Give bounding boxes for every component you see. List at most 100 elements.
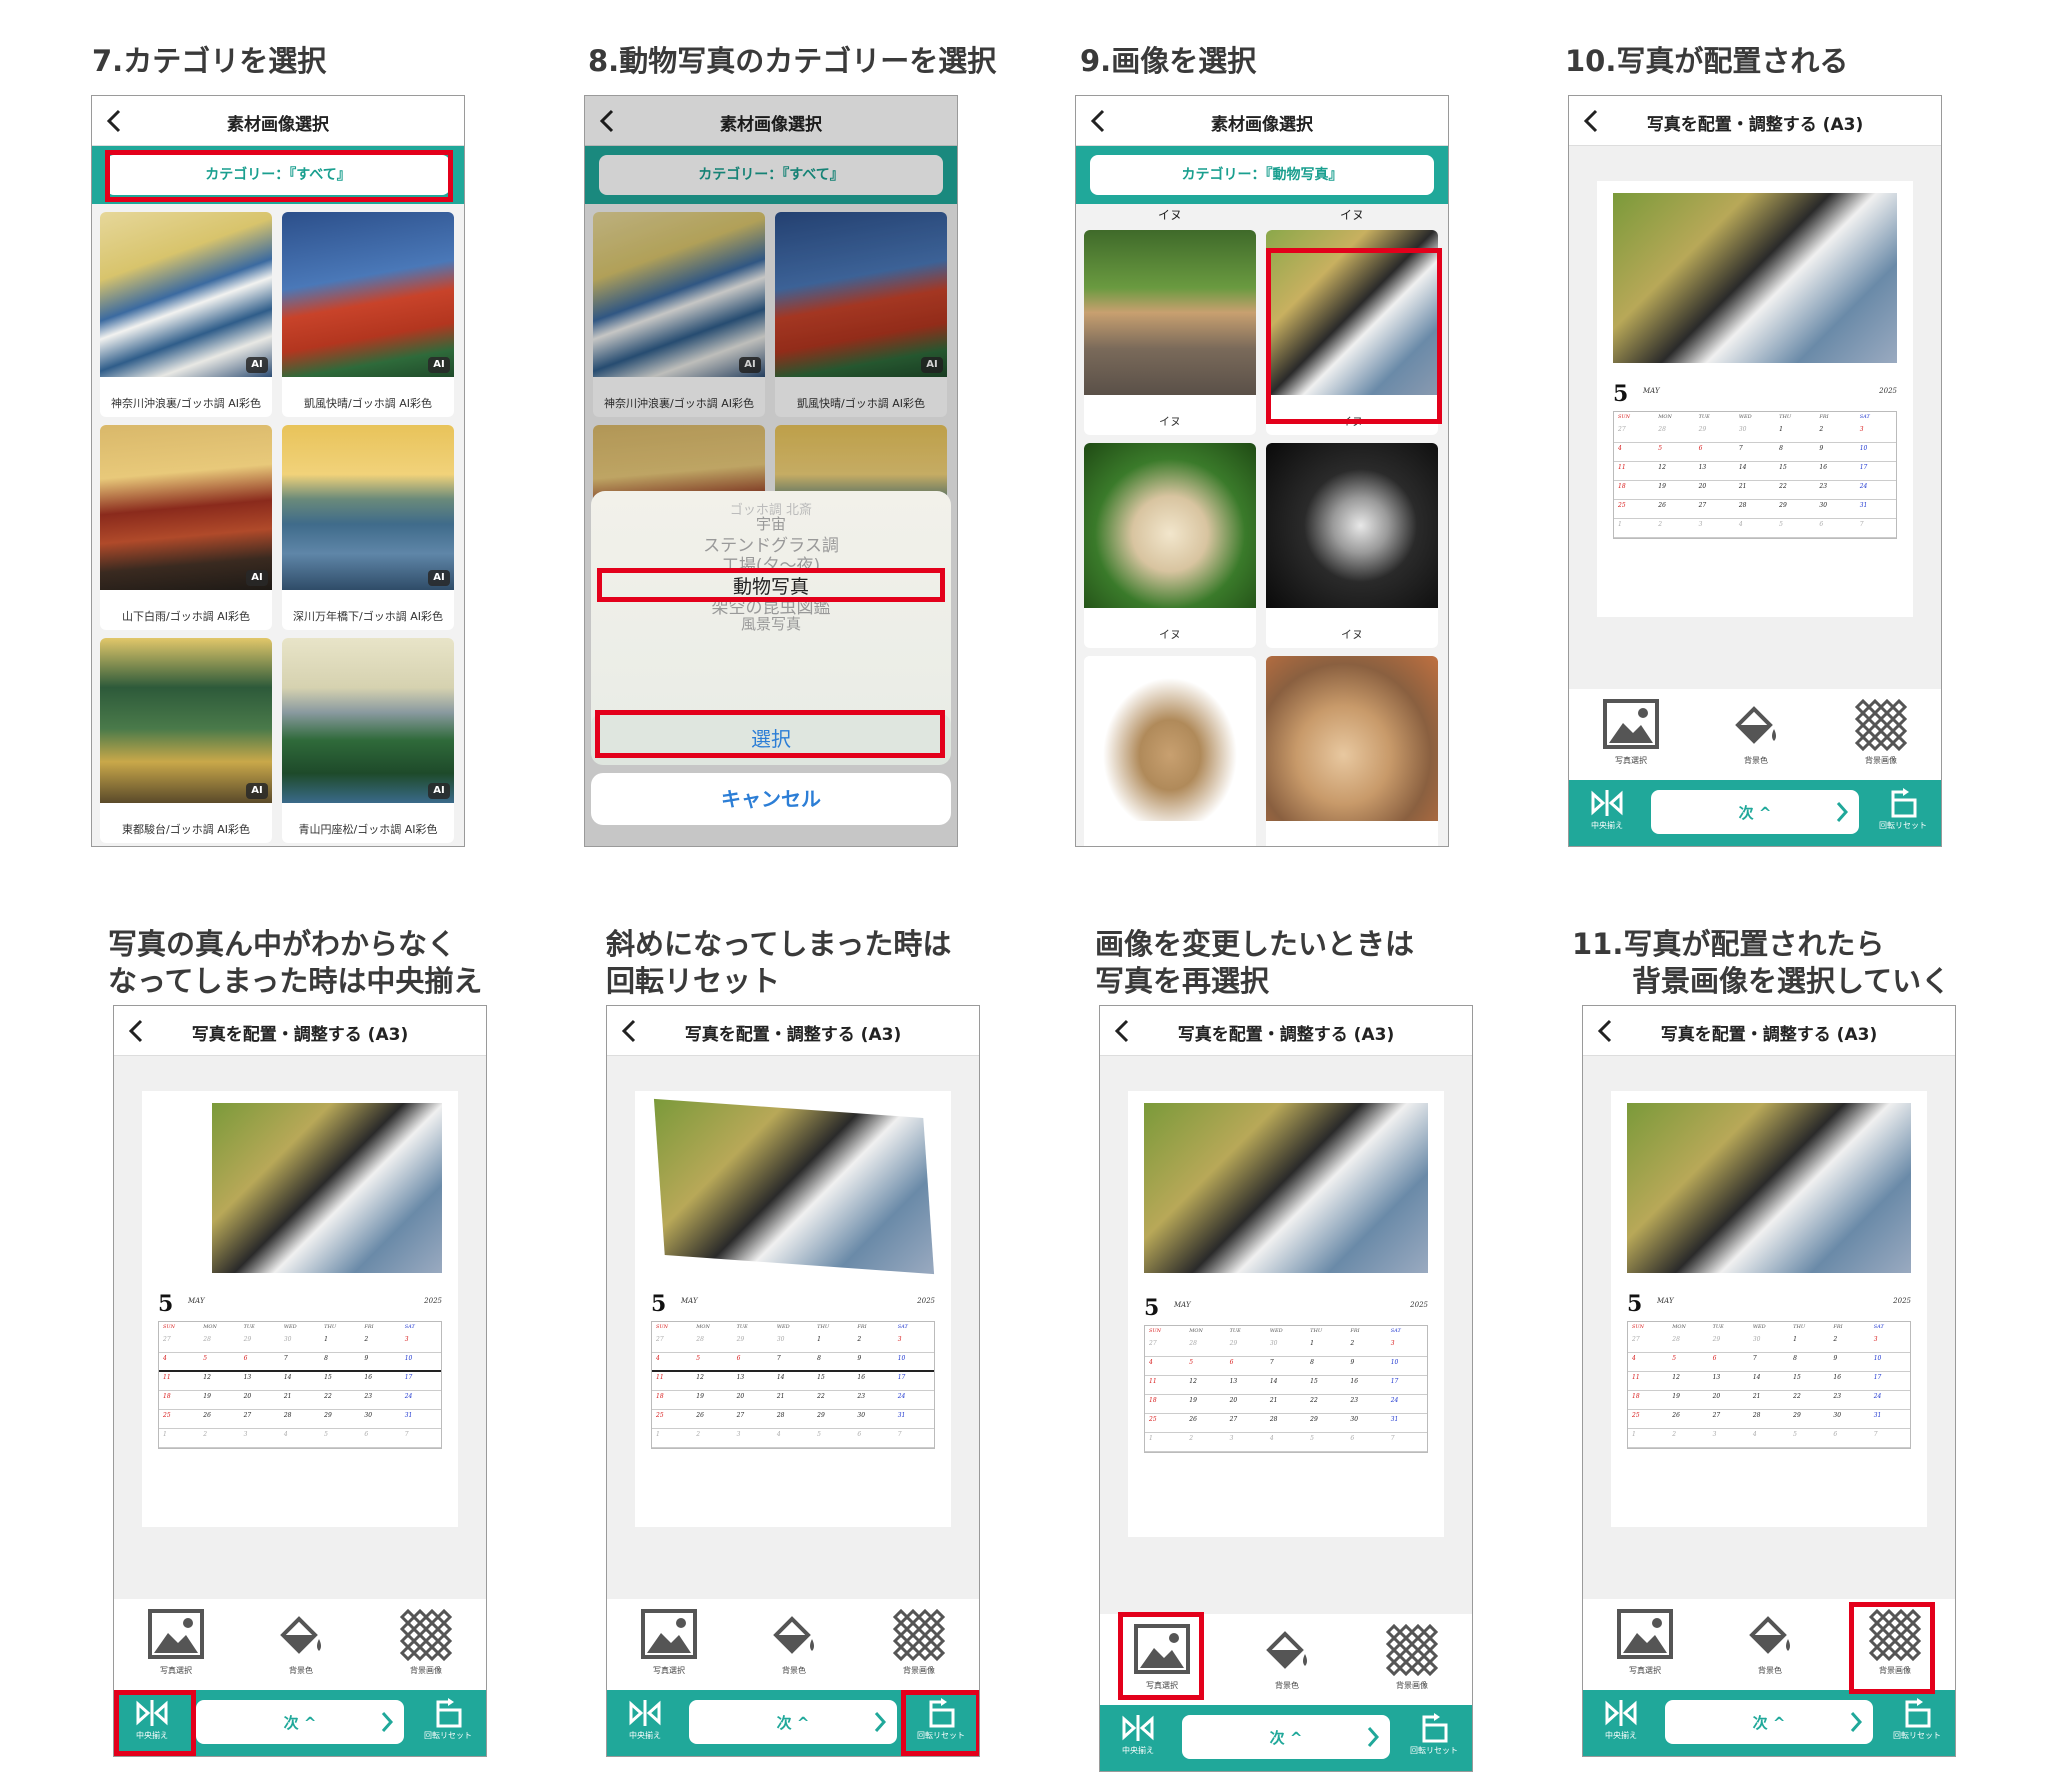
day: 30 (1269, 1340, 1278, 1347)
calendar-month: 5 (1144, 1295, 1160, 1321)
rotate-reset-button[interactable]: 回転リセット (418, 1698, 478, 1741)
next-label: 次 ^ (283, 1714, 317, 1732)
next-label: 次 ^ (776, 1714, 810, 1732)
day: 20 (736, 1393, 745, 1400)
category-button[interactable]: カテゴリー：『動物写真』 (1090, 155, 1434, 195)
caption-step8: 8.動物写真のカテゴリーを選択 (588, 44, 997, 78)
bg-color-tool[interactable]: 背景色 (1716, 699, 1796, 766)
day: 28 (1752, 1412, 1761, 1419)
day: 22 (1793, 1393, 1801, 1400)
day: 15 (1779, 464, 1787, 471)
day: 29 (1310, 1416, 1318, 1423)
day: 30 (857, 1412, 866, 1419)
footer-label: 中央揃え (1122, 1746, 1154, 1755)
day: 7 (1873, 1431, 1878, 1438)
rotate-reset-button[interactable]: 回転リセット (1873, 788, 1933, 831)
day: 23 (1819, 483, 1828, 490)
placed-photo[interactable] (1144, 1103, 1428, 1273)
center-align-button[interactable]: 中央揃え (615, 1698, 675, 1741)
day: 8 (817, 1355, 821, 1362)
day: 2 (364, 1336, 369, 1343)
day: 16 (364, 1374, 373, 1381)
grid-item[interactable] (1266, 656, 1438, 846)
highlight-category-button (105, 150, 453, 202)
grid-item[interactable]: イヌ (1084, 230, 1256, 435)
bg-image-tool[interactable]: 背景画像 (879, 1609, 959, 1676)
next-button[interactable]: 次 ^ (1665, 1700, 1873, 1744)
grid-item[interactable]: AI 深川万年橋下/ゴッホ調 AI彩色 (282, 425, 454, 630)
golden-retriever-photo (1084, 443, 1256, 608)
day: 30 (1833, 1412, 1842, 1419)
bg-color-tool[interactable]: 背景色 (1247, 1624, 1327, 1691)
next-button[interactable]: 次 ^ (689, 1700, 897, 1744)
placed-photo[interactable] (1613, 193, 1897, 363)
day: 9 (1819, 445, 1824, 452)
photo-select-tool[interactable]: 写真選択 (1605, 1609, 1685, 1676)
grid-item[interactable]: イヌ (1266, 443, 1438, 648)
day: 31 (404, 1412, 413, 1419)
placed-photo-rotated[interactable] (653, 1098, 935, 1275)
caption-step10: 10.写真が配置される (1565, 44, 1849, 78)
bg-color-tool[interactable]: 背景色 (754, 1609, 834, 1676)
day: 3 (1859, 426, 1864, 433)
ai-badge: AI (428, 570, 450, 586)
placed-photo[interactable] (1627, 1103, 1911, 1273)
day: 6 (1819, 521, 1824, 528)
day: 9 (1833, 1355, 1838, 1362)
day: 6 (736, 1355, 741, 1362)
center-align-button[interactable]: 中央揃え (1108, 1713, 1168, 1756)
bg-color-tool[interactable]: 背景色 (261, 1609, 341, 1676)
photo-select-tool[interactable]: 写真選択 (136, 1609, 216, 1676)
rotate-reset-button[interactable]: 回転リセット (1404, 1713, 1464, 1756)
center-align-button[interactable]: 中央揃え (1591, 1698, 1651, 1741)
calendar-grid: SUN MON TUE WED THU FRI SAT 27 28 29 30 1 2 3 456789… (158, 1321, 442, 1449)
day: 7 (1390, 1435, 1395, 1442)
day: 30 (1752, 1336, 1761, 1343)
picker-option[interactable]: 風景写真 (591, 613, 951, 634)
screen-editor-reselect: 写真を配置・調整する (A3) 5 MAY 2025 SUN MON TUE WED T… (1099, 1005, 1473, 1772)
day: 3 (736, 1431, 741, 1438)
weekday: FRI (1819, 414, 1829, 420)
day: 3 (1698, 521, 1703, 528)
bg-image-tool[interactable]: 背景画像 (1841, 699, 1921, 766)
grid-item-label: 神奈川沖浪裏/ゴッホ調 AI彩色 (111, 397, 261, 410)
center-align-button[interactable]: 中央揃え (1577, 788, 1637, 831)
calendar-year: 2025 (1893, 1297, 1911, 1305)
bg-color-tool[interactable]: 背景色 (1730, 1609, 1810, 1676)
next-button[interactable]: 次 ^ (1651, 790, 1859, 834)
day: 12 (696, 1374, 704, 1381)
photo-select-tool[interactable]: 写真選択 (629, 1609, 709, 1676)
day: 5 (1672, 1355, 1677, 1362)
caption-reselect-2: 写真を再選択 (1095, 964, 1270, 998)
grid-item[interactable]: AI 東都駿台/ゴッホ調 AI彩色 (100, 638, 272, 843)
cancel-button[interactable]: キャンセル (591, 773, 951, 825)
grid-item[interactable]: AI 山下白雨/ゴッホ調 AI彩色 (100, 425, 272, 630)
day: 30 (283, 1336, 292, 1343)
grid-item[interactable]: AI 凱風快晴/ゴッホ調 AI彩色 (282, 212, 454, 417)
placed-photo[interactable] (212, 1103, 442, 1273)
next-button[interactable]: 次 ^ (196, 1700, 404, 1744)
day: 31 (1859, 502, 1868, 509)
bg-image-tool[interactable]: 背景画像 (1372, 1624, 1452, 1691)
grid-item[interactable] (1084, 656, 1256, 846)
day: 17 (1390, 1378, 1399, 1385)
grid-item[interactable]: AI 神奈川沖浪裏/ゴッホ調 AI彩色 (100, 212, 272, 417)
day: 15 (817, 1374, 825, 1381)
photo-select-tool[interactable]: 写真選択 (1591, 699, 1671, 766)
grid-item[interactable]: AI 青山円座松/ゴッホ調 AI彩色 (282, 638, 454, 843)
footer-label: 回転リセット (424, 1731, 472, 1740)
bg-image-tool[interactable]: 背景画像 (386, 1609, 466, 1676)
calendar-grid: SUN MON TUE WED THU FRI SAT 27 28 29 30 1 2 3 456789… (1144, 1325, 1428, 1453)
calendar-paper: 5 MAY 2025 SUN MON TUE WED THU FRI SAT 27 28 29 3… (1597, 181, 1913, 617)
day: 22 (1779, 483, 1787, 490)
category-picker-sheet[interactable]: ゴッホ調 北斎 宇宙 ステンドグラス調 工場(夕〜夜) 動物写真 架空の昆虫図鑑… (591, 491, 951, 741)
next-button[interactable]: 次 ^ (1182, 1715, 1390, 1759)
image-icon (148, 1609, 204, 1659)
day: 16 (1833, 1374, 1842, 1381)
grid-item[interactable]: イヌ (1084, 443, 1256, 648)
day: 5 (696, 1355, 701, 1362)
day: 19 (1672, 1393, 1680, 1400)
day: 24 (404, 1393, 413, 1400)
rotate-reset-button[interactable]: 回転リセット (1887, 1698, 1947, 1741)
day: 8 (324, 1355, 328, 1362)
